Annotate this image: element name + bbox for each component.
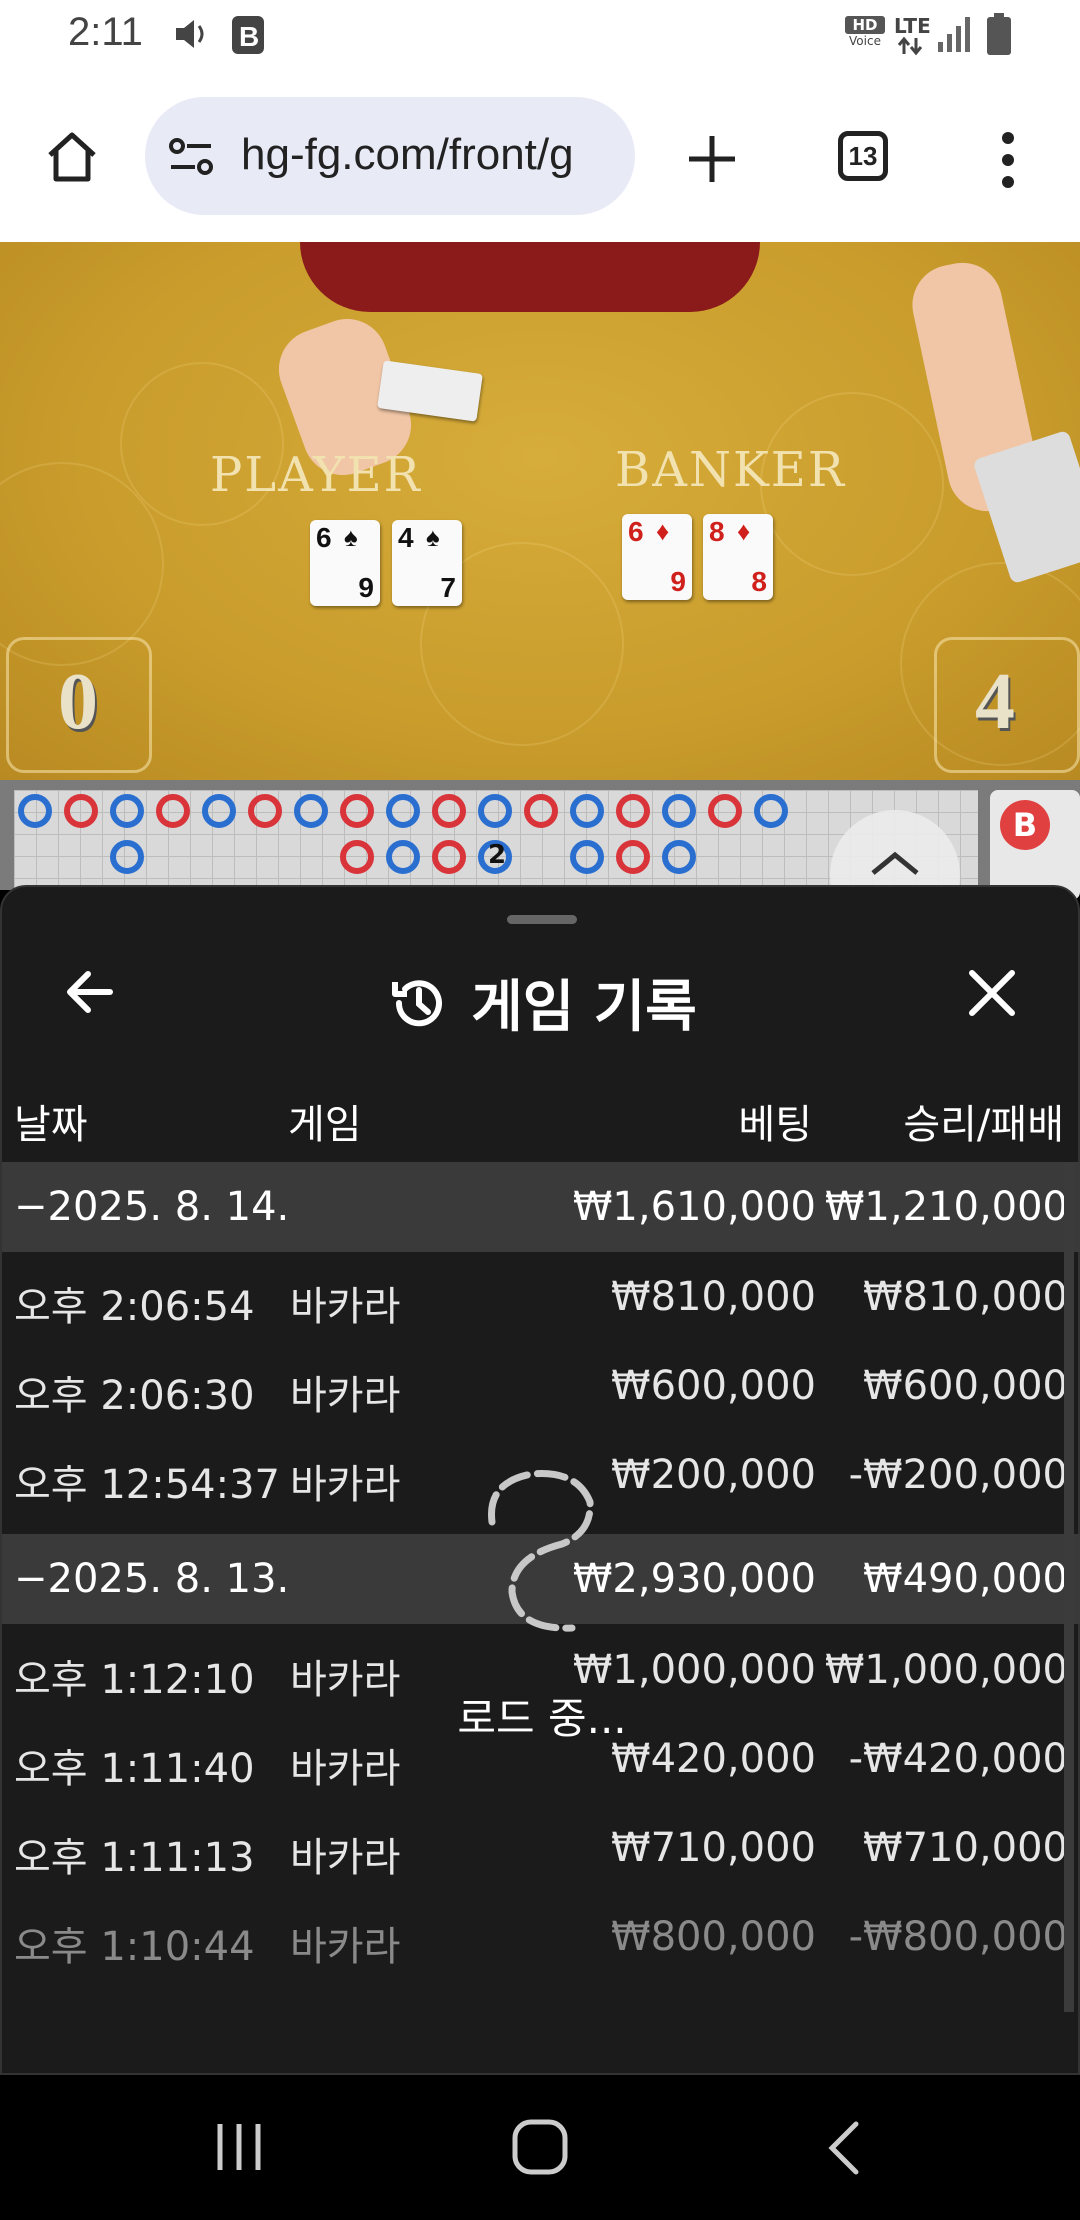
data-arrows-icon: [897, 36, 923, 56]
loading-spinner-icon: [488, 1470, 594, 1632]
close-icon[interactable]: [964, 965, 1020, 1021]
new-tab-icon[interactable]: [685, 132, 739, 186]
banker-label: BANKER: [615, 442, 846, 498]
banker-bead: B: [1000, 800, 1050, 850]
roadmap-strip: 2 B: [0, 780, 1080, 940]
banker-score: 4: [975, 658, 1015, 746]
tie-count: 2: [488, 840, 507, 870]
status-time: 2:11: [68, 10, 143, 54]
history-row[interactable]: 오후 1:10:44 바카라 ₩800,000 -₩800,000: [2, 1892, 1080, 1982]
battery-icon: [987, 13, 1011, 55]
chevron-up-icon: [871, 851, 919, 875]
player-card-1: 6 ♠ 9: [310, 520, 380, 606]
header-date: 날짜: [14, 1102, 88, 1148]
status-bar: 2:11 B HD Voice LTE: [0, 0, 1080, 72]
banker-card-2: 8 ♦ 8: [703, 514, 773, 600]
panel-title: 게임 기록: [2, 962, 1080, 1043]
network-type: LTE: [894, 14, 931, 38]
signal-icon: [938, 17, 970, 52]
player-score: 0: [58, 658, 98, 746]
scrollbar[interactable]: [1064, 1162, 1074, 2012]
address-bar[interactable]: hg-fg.com/front/g: [145, 97, 635, 215]
site-settings-icon[interactable]: [167, 135, 219, 179]
history-row[interactable]: 오후 2:06:54 바카라 ₩810,000 ₩810,000: [2, 1252, 1080, 1342]
more-menu-icon[interactable]: [996, 130, 1020, 190]
back-nav-icon[interactable]: [820, 2120, 870, 2176]
dealer: [300, 242, 760, 312]
header-winloss: 승리/패배: [903, 1102, 1064, 1148]
header-bet: 베팅: [738, 1102, 812, 1148]
player-card-2: 4 ♠ 7: [392, 520, 462, 606]
svg-text:B: B: [239, 21, 259, 52]
url-text: hg-fg.com/front/g: [241, 130, 574, 179]
loading-text: 로드 중...: [457, 1694, 627, 1743]
player-label: PLAYER: [210, 447, 422, 503]
home-icon[interactable]: [42, 127, 102, 187]
history-row[interactable]: 오후 1:11:13 바카라 ₩710,000 ₩710,000: [2, 1803, 1080, 1893]
game-history-panel: 게임 기록 날짜 게임 베팅 승리/패배 −2025. 8. 14. ₩1,610…: [0, 885, 1080, 2075]
history-row[interactable]: 오후 2:06:30 바카라 ₩600,000 ₩600,000: [2, 1341, 1080, 1431]
drag-handle[interactable]: [507, 915, 577, 924]
recents-icon[interactable]: [212, 2120, 266, 2174]
tab-switcher-button[interactable]: 13: [838, 131, 888, 181]
date-group-row[interactable]: −2025. 8. 14. ₩1,610,000 ₩1,210,000: [2, 1162, 1080, 1252]
volume-icon: [176, 20, 204, 48]
road-side-panel: B: [990, 790, 1080, 900]
home-nav-icon[interactable]: [510, 2117, 570, 2177]
app-b-icon: B: [232, 16, 264, 54]
browser-toolbar: hg-fg.com/front/g 13: [0, 72, 1080, 244]
hd-voice-indicator: HD Voice: [845, 16, 885, 48]
history-icon: [392, 979, 443, 1026]
banker-card-1: 6 ♦ 9: [622, 514, 692, 600]
header-game: 게임: [288, 1102, 362, 1148]
game-video: PLAYER BANKER 6 ♠ 9 4 ♠ 7 6 ♦ 9 8 ♦ 8 0 4: [0, 242, 1080, 780]
system-nav-bar: [0, 2075, 1080, 2220]
